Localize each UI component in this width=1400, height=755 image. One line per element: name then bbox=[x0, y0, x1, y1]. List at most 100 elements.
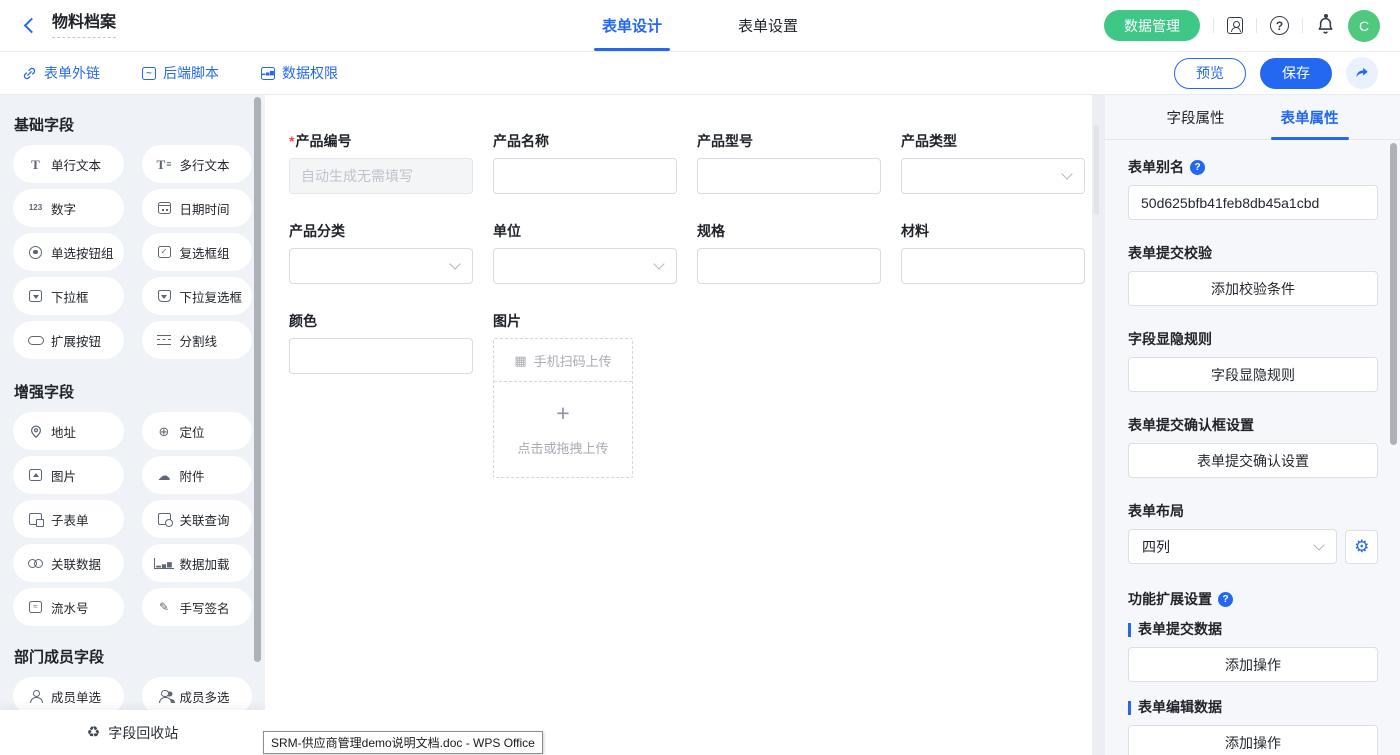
field-item-radio-group[interactable]: 单选按钮组 bbox=[13, 233, 124, 271]
subform-icon bbox=[27, 513, 44, 525]
form-layout-label: 表单布局 bbox=[1128, 503, 1378, 520]
checkbox-group-icon: ✓ bbox=[156, 246, 173, 258]
field-item-divider[interactable]: 分割线 bbox=[142, 321, 253, 359]
form-external-link-button[interactable]: 表单外链 bbox=[22, 63, 100, 83]
form-layout-select[interactable]: 四列 bbox=[1128, 529, 1337, 564]
field-item-dropdown[interactable]: 下拉框 bbox=[13, 277, 124, 315]
field-item-single-line-text[interactable]: T 单行文本 bbox=[13, 145, 124, 183]
data-permission-icon: ▂▄▆ bbox=[261, 67, 275, 80]
section-title-basic-fields: 基础字段 bbox=[14, 114, 252, 135]
add-edit-action-button[interactable]: 添加操作 bbox=[1128, 725, 1378, 755]
field-item-checkbox-group[interactable]: ✓ 复选框组 bbox=[142, 233, 253, 271]
layout-settings-button[interactable]: ⚙ bbox=[1345, 530, 1378, 564]
scan-upload-button[interactable]: ▦ 手机扫码上传 bbox=[494, 339, 632, 382]
canvas-scrollbar[interactable] bbox=[1094, 125, 1099, 215]
field-item-location[interactable]: ⊕ 定位 bbox=[142, 412, 253, 450]
signature-icon: ✎ bbox=[156, 601, 173, 613]
add-validation-button[interactable]: 添加校验条件 bbox=[1128, 271, 1378, 306]
field-item-multi-dropdown[interactable]: 下拉复选框 bbox=[142, 277, 253, 315]
field-item-signature[interactable]: ✎ 手写签名 bbox=[142, 588, 253, 626]
field-item-expand-button[interactable]: 扩展按钮 bbox=[13, 321, 124, 359]
tab-form-properties[interactable]: 表单属性 bbox=[1281, 95, 1339, 139]
link-icon bbox=[22, 66, 37, 81]
field-label: 规格 bbox=[697, 223, 881, 240]
field-visibility-button[interactable]: 字段显隐规则 bbox=[1128, 357, 1378, 392]
data-permission-button[interactable]: ▂▄▆ 数据权限 bbox=[261, 63, 338, 83]
product-type-select[interactable] bbox=[901, 158, 1085, 194]
form-field-material[interactable]: 材料 bbox=[901, 223, 1085, 284]
form-field-product-category[interactable]: 产品分类 bbox=[289, 223, 473, 284]
field-item-address[interactable]: 地址 bbox=[13, 412, 124, 450]
radio-group-icon bbox=[27, 246, 44, 259]
toolbar-actions: 预览 保存 bbox=[1174, 57, 1378, 89]
help-badge-icon[interactable]: ? bbox=[1218, 592, 1233, 607]
field-item-image[interactable]: 图片 bbox=[13, 456, 124, 494]
field-recycle-bin[interactable]: ♻ 字段回收站 bbox=[0, 710, 265, 755]
field-item-data-load[interactable]: ▂▄▆ 数据加载 bbox=[142, 544, 253, 582]
form-toolbar: 表单外链 ~ 后端脚本 ▂▄▆ 数据权限 预览 保存 bbox=[0, 52, 1400, 95]
field-item-multi-line-text[interactable]: T 多行文本 bbox=[142, 145, 253, 183]
avatar[interactable]: C bbox=[1348, 10, 1380, 42]
unit-select[interactable] bbox=[493, 248, 677, 284]
form-field-image[interactable]: 图片 ▦ 手机扫码上传 + 点击或拖拽上传 bbox=[493, 313, 677, 478]
taskbar-tooltip: SRM-供应商管理demo说明文档.doc - WPS Office bbox=[263, 731, 543, 754]
share-button[interactable] bbox=[1346, 57, 1378, 89]
section-title-enhanced-fields: 增强字段 bbox=[14, 381, 252, 402]
form-field-product-model[interactable]: 产品型号 bbox=[697, 133, 881, 194]
form-field-color[interactable]: 颜色 bbox=[289, 313, 473, 374]
field-item-serial-number[interactable]: ≈ 流水号 bbox=[13, 588, 124, 626]
form-field-spec[interactable]: 规格 bbox=[697, 223, 881, 284]
member-multi-icon bbox=[156, 690, 173, 703]
field-item-relation-query[interactable]: 关联查询 bbox=[142, 500, 253, 538]
properties-panel: 字段属性 表单属性 表单别名 ? 表单提交校验 添加校验条件 字段显隐规则 字段… bbox=[1105, 95, 1400, 755]
location-icon: ⊕ bbox=[156, 425, 173, 438]
contacts-icon[interactable] bbox=[1227, 17, 1243, 34]
help-badge-icon[interactable]: ? bbox=[1190, 160, 1205, 175]
tab-form-settings[interactable]: 表单设置 bbox=[738, 0, 798, 51]
multi-line-text-icon: T bbox=[156, 158, 173, 171]
data-manage-button[interactable]: 数据管理 bbox=[1104, 10, 1200, 41]
bell-icon[interactable] bbox=[1316, 16, 1335, 35]
datetime-icon bbox=[156, 202, 173, 214]
form-field-product-code[interactable]: * 产品编号 bbox=[289, 133, 473, 194]
form-field-product-type[interactable]: 产品类型 bbox=[901, 133, 1085, 194]
color-input[interactable] bbox=[289, 338, 473, 374]
accent-bar bbox=[1128, 623, 1131, 637]
panel-body: 表单别名 ? 表单提交校验 添加校验条件 字段显隐规则 字段显隐规则 表单提交确… bbox=[1105, 140, 1400, 755]
form-alias-input[interactable] bbox=[1128, 185, 1378, 220]
product-code-input[interactable] bbox=[289, 158, 473, 194]
accent-bar bbox=[1128, 701, 1131, 715]
dropdown-icon bbox=[27, 290, 44, 302]
edit-data-label: 表单编辑数据 bbox=[1138, 699, 1222, 716]
field-library-sidebar: 基础字段 T 单行文本 T 多行文本 123 数字 日期时间 单选按钮组 bbox=[0, 95, 265, 755]
save-button[interactable]: 保存 bbox=[1260, 58, 1332, 89]
form-field-unit[interactable]: 单位 bbox=[493, 223, 677, 284]
field-label: 产品分类 bbox=[289, 223, 473, 240]
form-field-product-name[interactable]: 产品名称 bbox=[493, 133, 677, 194]
field-item-number[interactable]: 123 数字 bbox=[13, 189, 124, 227]
field-item-relation-data[interactable]: 关联数据 bbox=[13, 544, 124, 582]
preview-button[interactable]: 预览 bbox=[1174, 58, 1246, 89]
product-name-input[interactable] bbox=[493, 158, 677, 194]
product-model-input[interactable] bbox=[697, 158, 881, 194]
tab-field-properties[interactable]: 字段属性 bbox=[1167, 95, 1225, 139]
field-item-attachment[interactable]: ☁ 附件 bbox=[142, 456, 253, 494]
panel-scrollbar[interactable] bbox=[1390, 143, 1397, 445]
spec-input[interactable] bbox=[697, 248, 881, 284]
backend-script-button[interactable]: ~ 后端脚本 bbox=[142, 63, 219, 83]
submit-confirm-button[interactable]: 表单提交确认设置 bbox=[1128, 443, 1378, 478]
click-drag-upload-button[interactable]: + 点击或拖拽上传 bbox=[494, 382, 632, 477]
tab-form-design[interactable]: 表单设计 bbox=[602, 0, 662, 51]
member-single-icon bbox=[27, 690, 44, 703]
field-item-datetime[interactable]: 日期时间 bbox=[142, 189, 253, 227]
top-header: 物料档案 表单设计 表单设置 数据管理 ? C bbox=[0, 0, 1400, 52]
sidebar-scrollbar[interactable] bbox=[254, 97, 261, 662]
qr-code-icon: ▦ bbox=[514, 354, 526, 367]
recycle-icon: ♻ bbox=[87, 725, 100, 740]
add-submit-action-button[interactable]: 添加操作 bbox=[1128, 647, 1378, 682]
material-input[interactable] bbox=[901, 248, 1085, 284]
field-item-subform[interactable]: 子表单 bbox=[13, 500, 124, 538]
help-icon[interactable]: ? bbox=[1270, 16, 1289, 35]
product-category-select[interactable] bbox=[289, 248, 473, 284]
single-line-text-icon: T bbox=[27, 158, 44, 171]
